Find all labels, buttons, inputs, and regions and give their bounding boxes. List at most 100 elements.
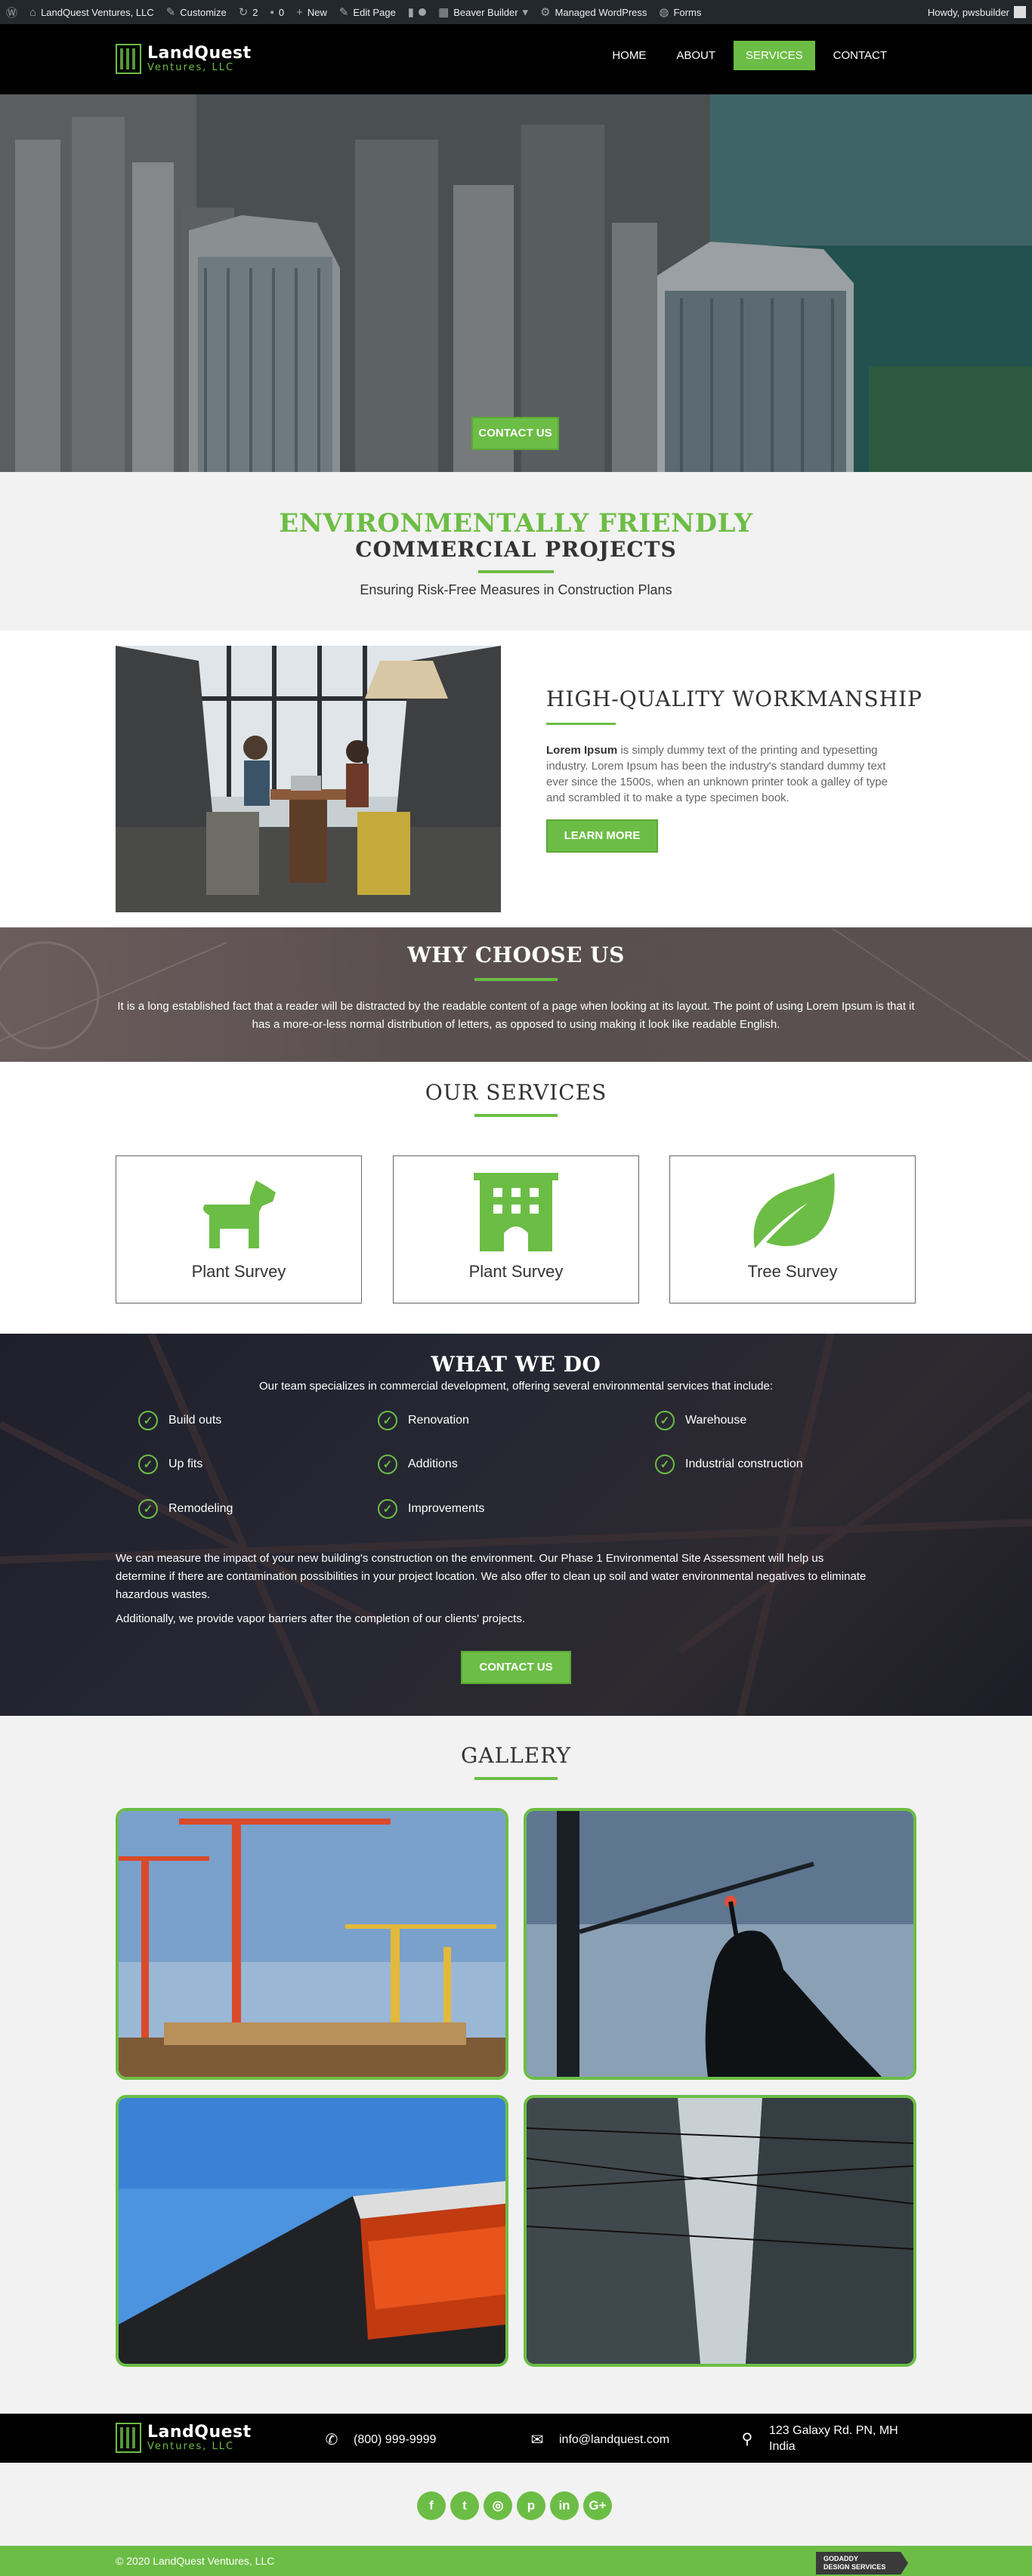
services-section: OUR SERVICES Plant Survey Plant Survey T… — [0, 1062, 1032, 1334]
forms-icon: ◍ — [659, 6, 669, 19]
what-contact-button[interactable]: CONTACT US — [461, 1651, 571, 1684]
twitter-icon[interactable]: t — [450, 2491, 479, 2520]
footer-email[interactable]: ✉ info@landquest.com — [529, 2430, 670, 2449]
service-label: Plant Survey — [191, 1262, 286, 1281]
check-circle-icon: ✓ — [378, 1411, 397, 1430]
why-title: WHY CHOOSE US — [407, 942, 625, 967]
site-header: LandQuest Ventures, LLC HOME ABOUT SERVI… — [0, 24, 1032, 94]
gallery-image-worker-silhouette[interactable] — [524, 1808, 916, 2080]
gallery-image-modern-building[interactable] — [116, 2095, 508, 2367]
hero-contact-button[interactable]: CONTACT US — [471, 417, 559, 450]
what-paragraph: Additionally, we provide vapor barriers … — [116, 1612, 526, 1625]
social-links: f t ◎ p in G+ — [0, 2463, 1032, 2546]
divider — [474, 1777, 558, 1780]
service-list-item: ✓ Industrial construction — [655, 1455, 803, 1474]
brush-icon: ✎ — [165, 6, 176, 19]
admin-customize[interactable]: ✎ Customize — [160, 0, 233, 24]
main-nav: HOME ABOUT SERVICES CONTACT — [600, 41, 899, 70]
chevron-down-icon: ▾ — [522, 6, 529, 19]
service-list-item: ✓ Warehouse — [655, 1411, 746, 1430]
instagram-icon[interactable]: ◎ — [484, 2491, 512, 2520]
phone-icon: ✆ — [325, 2432, 338, 2448]
service-list-item: ✓ Improvements — [378, 1499, 484, 1519]
check-circle-icon: ✓ — [138, 1411, 158, 1430]
admin-new[interactable]: + New — [290, 0, 333, 24]
status-dot-icon — [419, 8, 427, 16]
facebook-icon[interactable]: f — [417, 2491, 446, 2520]
admin-updates[interactable]: ↻ 2 — [233, 0, 264, 24]
check-circle-icon: ✓ — [655, 1411, 675, 1430]
gallery-image-cranes[interactable] — [116, 1808, 508, 2080]
footer-phone[interactable]: ✆ (800) 999-9999 — [323, 2430, 437, 2449]
why-body: It is a long established fact that a rea… — [117, 1000, 915, 1031]
nav-home[interactable]: HOME — [600, 41, 658, 70]
check-circle-icon: ✓ — [378, 1499, 397, 1519]
admin-bar: Ⓦ ⌂ LandQuest Ventures, LLC ✎ Customize ↻ 2… — [0, 0, 1032, 24]
nav-contact[interactable]: CONTACT — [821, 41, 899, 70]
envelope-icon: ✉ — [530, 2432, 544, 2448]
godaddy-badge[interactable]: GODADDY DESIGN SERVICES — [816, 2552, 908, 2574]
gear-icon: ⚙ — [540, 6, 551, 19]
why-choose-us-section: WHY CHOOSE US It is a long established f… — [0, 927, 1032, 1062]
intro-heading-green: ENVIRONMENTALLY FRIENDLY — [279, 508, 753, 538]
copyright-bar: © 2020 LandQuest Ventures, LLC GODADDY D… — [0, 2546, 1032, 2576]
what-title: WHAT WE DO — [431, 1352, 601, 1377]
intro-subheading: Ensuring Risk-Free Measures in Construct… — [360, 582, 672, 597]
comment-icon: ▪ — [270, 5, 274, 19]
admin-site-name[interactable]: ⌂ LandQuest Ventures, LLC — [23, 0, 160, 24]
admin-edit-page[interactable]: ✎ Edit Page — [333, 0, 402, 24]
building-logo-icon — [116, 44, 141, 74]
admin-beaver-builder[interactable]: ▦ Beaver Builder ▾ — [432, 0, 534, 24]
footer-logo[interactable]: LandQuest Ventures, LLC — [116, 2423, 252, 2453]
admin-forms[interactable]: ◍ Forms — [653, 0, 707, 24]
copyright-text: © 2020 LandQuest Ventures, LLC — [116, 2555, 275, 2567]
gallery-section: GALLERY — [0, 1716, 1032, 2414]
wordpress-logo-icon[interactable]: Ⓦ — [0, 0, 23, 24]
building-logo-icon — [116, 2423, 141, 2453]
hero-banner: CONTACT US — [0, 94, 1032, 472]
service-card[interactable]: Plant Survey — [393, 1155, 639, 1303]
check-circle-icon: ✓ — [138, 1499, 158, 1519]
gallery-title: GALLERY — [461, 1743, 571, 1768]
divider — [474, 1114, 558, 1117]
plus-icon: + — [296, 5, 303, 19]
building-icon — [474, 1173, 558, 1251]
meeting-photo — [116, 646, 501, 912]
city-skyline-image — [0, 94, 1032, 472]
service-list-item: ✓ Additions — [378, 1455, 458, 1474]
dog-icon — [203, 1180, 276, 1248]
what-subtitle: Our team specializes in commercial devel… — [258, 1380, 774, 1393]
service-card[interactable]: Plant Survey — [116, 1155, 362, 1303]
home-icon: ⌂ — [29, 5, 37, 19]
service-card[interactable]: Tree Survey — [669, 1155, 916, 1303]
workmanship-section: HIGH-QUALITY WORKMANSHIP Lorem Ipsum is … — [0, 631, 1032, 927]
service-label: Plant Survey — [468, 1262, 564, 1281]
logo-tagline: Ventures, LLC — [147, 61, 235, 73]
check-circle-icon: ✓ — [378, 1455, 397, 1474]
nav-services[interactable]: SERVICES — [734, 41, 815, 70]
service-list-item: ✓ Up fits — [138, 1455, 202, 1474]
divider — [474, 978, 558, 981]
pinterest-icon[interactable]: p — [517, 2491, 545, 2520]
divider — [478, 570, 554, 573]
theme-icon: ▮ — [407, 6, 415, 19]
service-list-item: ✓ Build outs — [138, 1411, 221, 1430]
admin-comments[interactable]: ▪ 0 — [264, 0, 291, 24]
beaver-builder-icon: ▦ — [438, 6, 450, 19]
site-footer: LandQuest Ventures, LLC ✆ (800) 999-9999… — [0, 2414, 1032, 2463]
check-circle-icon: ✓ — [138, 1455, 158, 1474]
admin-theme-icons[interactable]: ▮ — [402, 0, 432, 24]
logo-tagline: Ventures, LLC — [147, 2440, 235, 2452]
google-plus-icon[interactable]: G+ — [583, 2491, 612, 2520]
gallery-image-street-wires[interactable] — [524, 2095, 916, 2367]
what-we-do-section: WHAT WE DO Our team specializes in comme… — [0, 1334, 1032, 1716]
nav-about[interactable]: ABOUT — [664, 41, 728, 70]
workmanship-title: HIGH-QUALITY WORKMANSHIP — [546, 686, 922, 711]
linkedin-icon[interactable]: in — [550, 2491, 579, 2520]
admin-managed-wordpress[interactable]: ⚙ Managed WordPress — [534, 0, 653, 24]
admin-account[interactable]: Howdy, pwsbuilder — [922, 0, 1032, 24]
what-paragraph: We can measure the impact of your new bu… — [116, 1552, 867, 1601]
site-logo[interactable]: LandQuest Ventures, LLC — [116, 44, 252, 74]
workmanship-body: Lorem Ipsum is simply dummy text of the … — [546, 744, 888, 804]
learn-more-button[interactable]: LEARN MORE — [546, 819, 658, 853]
